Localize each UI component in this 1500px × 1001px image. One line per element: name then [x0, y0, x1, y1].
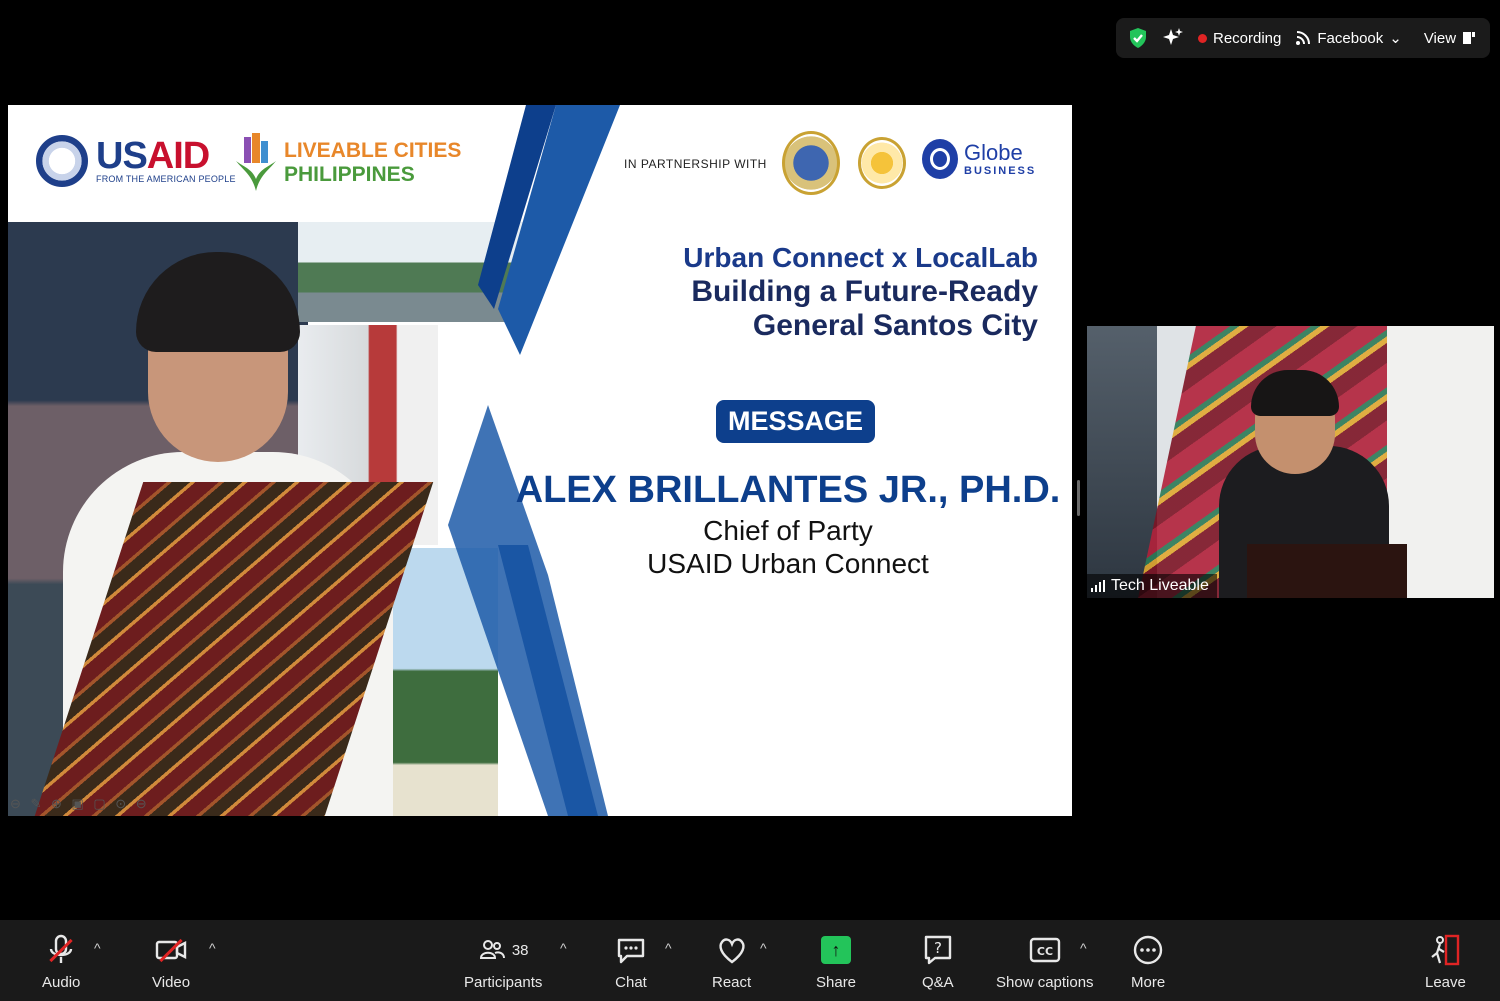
- video-options-chevron-icon[interactable]: ^: [209, 940, 216, 956]
- qa-label: Q&A: [922, 974, 954, 991]
- heart-icon: [716, 932, 748, 968]
- participants-icon: [479, 940, 505, 959]
- leave-icon: [1429, 932, 1461, 968]
- more-label: More: [1131, 974, 1166, 991]
- signal-strength-icon: [1091, 580, 1105, 592]
- participants-count: 38: [511, 941, 529, 959]
- speaker-name: ALEX BRILLANTES JR., PH.D.: [515, 469, 1061, 511]
- view-button[interactable]: View: [1424, 30, 1476, 47]
- chevron-down-icon: ⌄: [1389, 30, 1402, 47]
- video-label: Video: [152, 974, 191, 991]
- speaker-role-title: Chief of Party: [703, 515, 873, 546]
- recording-dot-icon: [1198, 33, 1207, 43]
- captions-label: Show captions: [996, 974, 1094, 991]
- slide-title-line2: Building a Future-Ready: [691, 275, 1038, 308]
- live-stream-icon: [1296, 31, 1311, 45]
- live-stream-dropdown[interactable]: Facebook ⌄: [1295, 29, 1402, 47]
- video-button[interactable]: Video: [152, 932, 190, 991]
- recording-label: Recording: [1213, 29, 1282, 47]
- svg-text:?: ?: [934, 939, 942, 957]
- question-icon: ?: [923, 932, 953, 968]
- participants-button[interactable]: 38 Participants: [464, 932, 542, 991]
- slide-title-line1: Urban Connect x LocalLab: [683, 242, 1038, 273]
- video-podium: [1247, 544, 1407, 598]
- leave-button[interactable]: Leave: [1425, 932, 1466, 991]
- view-label: View: [1423, 29, 1457, 47]
- panel-resize-handle[interactable]: [1077, 480, 1080, 516]
- react-button[interactable]: React: [712, 932, 751, 991]
- chat-button[interactable]: Chat: [615, 932, 647, 991]
- chat-label: Chat: [615, 974, 647, 991]
- captions-icon: CC: [1029, 932, 1061, 968]
- participant-name: Tech Liveable: [1111, 577, 1209, 594]
- svg-text:CC: CC: [1037, 945, 1053, 958]
- slide-title: Urban Connect x LocalLab Building a Futu…: [683, 241, 1038, 343]
- leave-label: Leave: [1425, 974, 1466, 991]
- live-stream-label: Facebook: [1317, 29, 1384, 47]
- participants-label: Participants: [464, 974, 543, 991]
- meeting-status-bar: Recording Facebook ⌄ View: [1116, 18, 1490, 58]
- speaker-role-org: USAID Urban Connect: [647, 548, 929, 579]
- share-button[interactable]: ↑ Share: [816, 932, 856, 991]
- shield-icon[interactable]: [1128, 27, 1148, 49]
- microphone-muted-icon: [44, 932, 78, 968]
- message-badge: MESSAGE: [716, 400, 876, 443]
- audio-label: Audio: [42, 974, 81, 991]
- audio-button[interactable]: Audio: [42, 932, 80, 991]
- chat-options-chevron-icon[interactable]: ^: [665, 940, 672, 956]
- shared-screen-slide[interactable]: USAID FROM THE AMERICAN PEOPLE LIVEABLE …: [8, 105, 1072, 816]
- meeting-toolbar: Audio ^ Video ^ 38 Participants ^ Chat ^…: [0, 920, 1500, 1001]
- show-captions-button[interactable]: CC Show captions: [996, 932, 1094, 991]
- qa-button[interactable]: ? Q&A: [922, 932, 954, 991]
- share-screen-icon: ↑: [821, 936, 852, 964]
- audio-options-chevron-icon[interactable]: ^: [94, 940, 101, 956]
- participant-name-tag: Tech Liveable: [1087, 574, 1217, 598]
- react-options-chevron-icon[interactable]: ^: [760, 940, 767, 956]
- chat-icon: [615, 932, 647, 968]
- share-label: Share: [816, 974, 857, 991]
- more-icon: [1132, 932, 1164, 968]
- slide-title-line3: General Santos City: [752, 309, 1038, 342]
- slide-controls[interactable]: ⊖ ✎ ⊕ ▣ ▢ ⊙ ⊖: [10, 796, 150, 812]
- camera-off-icon: [154, 932, 188, 968]
- more-button[interactable]: More: [1131, 932, 1165, 991]
- view-layout-icon: [1463, 32, 1476, 44]
- recording-indicator[interactable]: Recording: [1198, 30, 1281, 47]
- captions-options-chevron-icon[interactable]: ^: [1080, 940, 1087, 956]
- react-label: React: [712, 974, 752, 991]
- slide-blue-stripe: [448, 105, 620, 816]
- ai-companion-icon[interactable]: [1162, 27, 1184, 49]
- participants-options-chevron-icon[interactable]: ^: [560, 940, 567, 956]
- participant-video-tile[interactable]: Tech Liveable: [1087, 326, 1494, 598]
